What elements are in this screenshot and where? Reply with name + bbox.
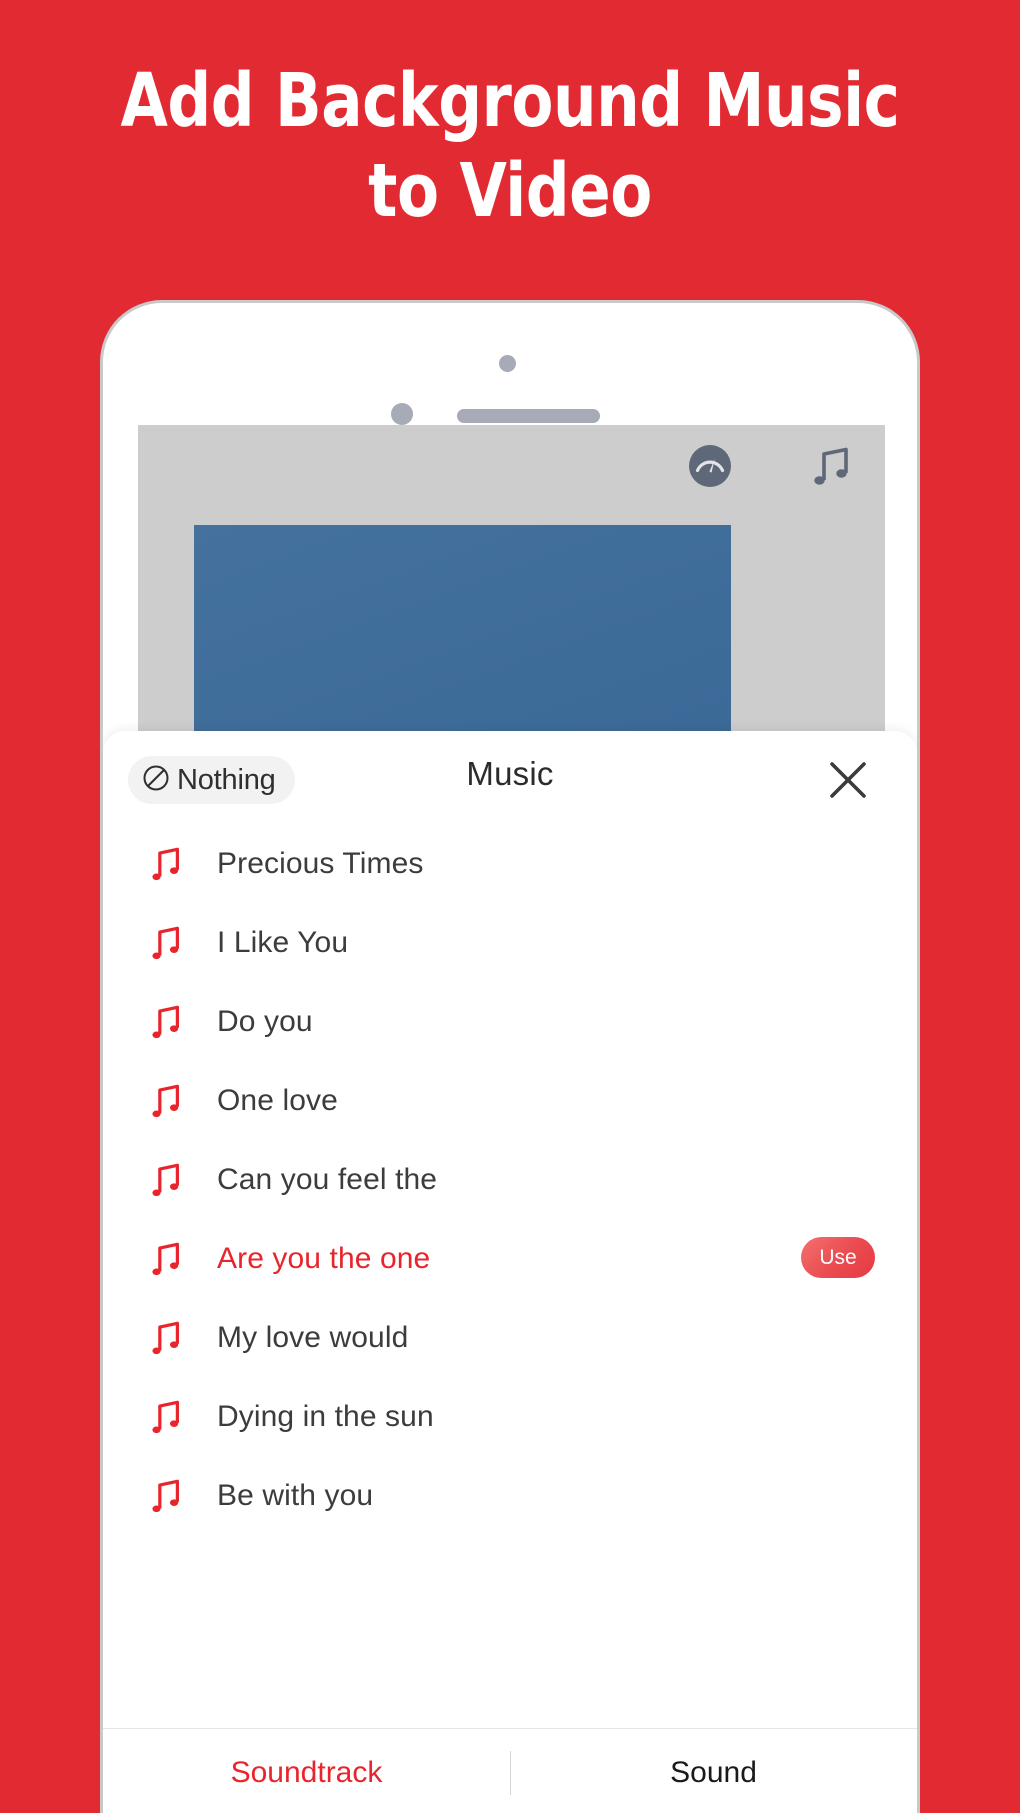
song-row[interactable]: Be with you	[103, 1456, 917, 1535]
song-row[interactable]: Are you the one Use	[103, 1219, 917, 1298]
song-title: Can you feel the	[217, 1162, 438, 1196]
phone-mockup: Nothing Music Precious Times I Like You Do…	[100, 300, 920, 1813]
music-note-icon	[152, 1321, 180, 1354]
song-title: Precious Times	[217, 846, 424, 880]
song-title: One love	[217, 1083, 338, 1117]
music-sheet-header: Nothing Music	[103, 731, 917, 824]
front-camera-icon	[499, 355, 516, 372]
song-row[interactable]: Dying in the sun	[103, 1377, 917, 1456]
music-sheet-title: Music	[466, 755, 554, 792]
song-row[interactable]: I Like You	[103, 903, 917, 982]
use-song-button[interactable]: Use	[801, 1237, 875, 1278]
speedometer-icon[interactable]	[683, 439, 737, 493]
song-title: Be with you	[217, 1478, 374, 1512]
song-title: Do you	[217, 1004, 313, 1038]
song-row[interactable]: My love would	[103, 1298, 917, 1377]
song-row[interactable]: Precious Times	[103, 824, 917, 903]
sheet-tab-bar: Soundtrack Sound	[103, 1728, 917, 1813]
song-title: I Like You	[217, 925, 349, 959]
music-note-icon	[152, 847, 180, 880]
page-title: Add Background Music to Video	[41, 56, 979, 236]
music-note-icon	[152, 1400, 180, 1433]
proximity-sensor-icon	[391, 403, 413, 425]
music-note-icon	[152, 1084, 180, 1117]
song-title: My love would	[217, 1320, 409, 1354]
song-title: Are you the one	[217, 1241, 431, 1275]
music-note-icon	[152, 926, 180, 959]
tab-sound-label: Sound	[670, 1755, 757, 1789]
song-row[interactable]: Do you	[103, 982, 917, 1061]
song-row[interactable]: Can you feel the	[103, 1140, 917, 1219]
song-title: Dying in the sun	[217, 1399, 434, 1433]
music-sheet: Nothing Music Precious Times I Like You Do…	[103, 731, 917, 1813]
earpiece-speaker-icon	[457, 409, 600, 423]
page-title-line2: to Video	[368, 148, 652, 234]
tab-sound[interactable]: Sound	[510, 1756, 917, 1790]
music-note-icon	[152, 1163, 180, 1196]
song-list[interactable]: Precious Times I Like You Do you One love Ca…	[103, 824, 917, 1729]
music-note-icon	[152, 1005, 180, 1038]
song-row[interactable]: One love	[103, 1061, 917, 1140]
tab-soundtrack-label: Soundtrack	[230, 1755, 383, 1789]
tab-soundtrack[interactable]: Soundtrack	[103, 1756, 510, 1790]
editor-toolbar	[683, 439, 857, 493]
close-icon[interactable]	[825, 757, 871, 803]
page-title-line1: Add Background Music	[120, 58, 900, 144]
music-note-icon	[152, 1479, 180, 1512]
music-note-icon	[152, 1242, 180, 1275]
music-note-icon[interactable]	[803, 439, 857, 493]
